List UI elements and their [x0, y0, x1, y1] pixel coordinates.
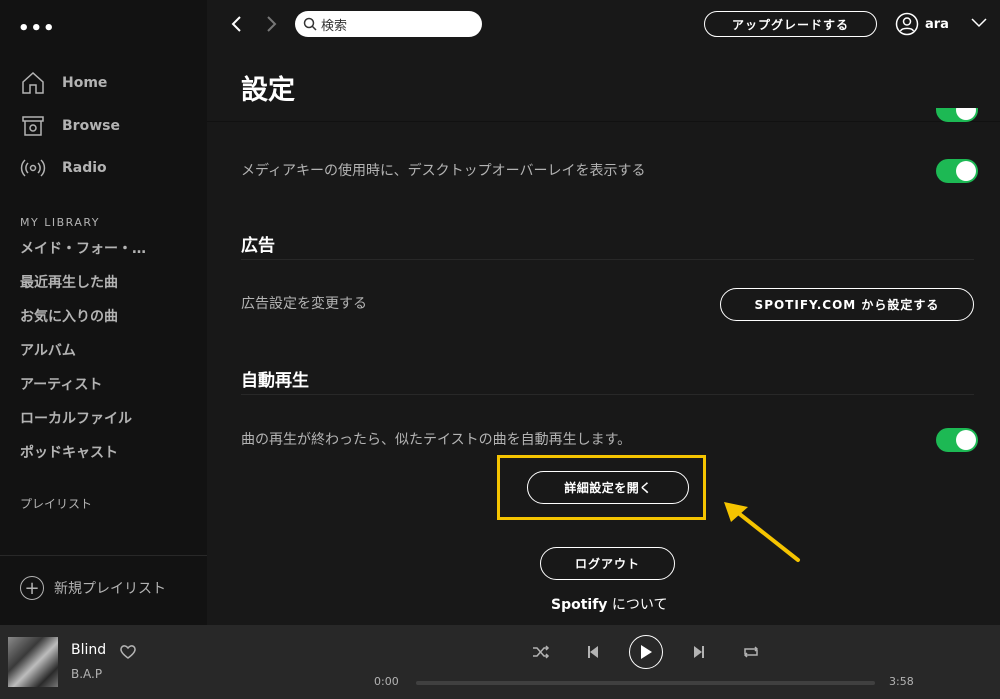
heart-icon[interactable]	[119, 643, 137, 661]
track-name[interactable]: Blind	[71, 642, 106, 658]
ads-section-title: 広告	[241, 236, 275, 256]
annotation-arrow-icon	[724, 502, 800, 562]
library-title: MY LIBRARY	[20, 216, 101, 229]
back-button[interactable]	[225, 12, 249, 36]
autoplay-toggle[interactable]	[936, 428, 978, 452]
autoplay-label: 曲の再生が終わったら、似たテイストの曲を自動再生します。	[241, 432, 632, 448]
search-value: 検索	[321, 18, 348, 34]
nav-item-browse[interactable]: Browse	[20, 111, 120, 141]
playlists-title: プレイリスト	[20, 497, 93, 511]
previous-setting-toggle[interactable]	[936, 108, 978, 122]
library-item-podcasts[interactable]: ポッドキャスト	[20, 442, 118, 462]
play-icon	[641, 645, 652, 659]
skip-forward-icon	[694, 646, 704, 658]
chevron-left-icon	[231, 16, 241, 32]
browse-icon	[22, 116, 44, 136]
ads-section-divider	[241, 259, 974, 260]
nav-item-radio[interactable]: Radio	[20, 153, 107, 183]
top-bar: 検索 アップグレードする ara	[207, 0, 1000, 50]
repeat-icon	[743, 646, 759, 658]
chevron-down-icon[interactable]	[970, 16, 988, 28]
new-playlist-label: 新規プレイリスト	[54, 581, 166, 597]
repeat-button[interactable]	[741, 642, 761, 662]
time-total: 3:58	[889, 675, 914, 688]
forward-button[interactable]	[259, 12, 283, 36]
time-current: 0:00	[374, 675, 399, 688]
nav-label-radio: Radio	[62, 160, 107, 176]
user-icon	[895, 12, 919, 36]
media-key-overlay-toggle[interactable]	[936, 159, 978, 183]
nav-item-home[interactable]: Home	[20, 68, 107, 98]
library-item-local-files[interactable]: ローカルファイル	[20, 408, 132, 428]
user-menu[interactable]: ara	[895, 12, 949, 36]
skip-back-icon	[588, 646, 598, 658]
next-button[interactable]	[689, 642, 709, 662]
artist-name[interactable]: B.A.P	[71, 667, 102, 681]
advanced-settings-button[interactable]: 詳細設定を開く	[527, 471, 689, 504]
about-brand: Spotify	[551, 597, 608, 613]
autoplay-section-title: 自動再生	[241, 371, 309, 391]
media-key-overlay-label: メディアキーの使用時に、デスクトップオーバーレイを表示する	[241, 163, 646, 179]
progress-bar[interactable]	[416, 681, 875, 685]
logout-button[interactable]: ログアウト	[540, 547, 675, 580]
shuffle-button[interactable]	[531, 642, 551, 662]
page-title: 設定	[241, 75, 295, 106]
shuffle-icon	[533, 645, 550, 659]
menu-dots-icon[interactable]: •••	[18, 18, 56, 39]
library-item-made-for[interactable]: メイド・フォー・…	[20, 238, 146, 258]
search-input[interactable]: 検索	[295, 11, 482, 37]
home-icon	[22, 71, 44, 94]
sidebar: ••• Home Browse Radio MY LIBRARY メイド・フォー…	[0, 0, 207, 625]
header-divider	[207, 121, 1000, 122]
upgrade-button[interactable]: アップグレードする	[704, 11, 877, 37]
autoplay-section-divider	[241, 394, 974, 395]
album-art[interactable]	[8, 637, 58, 687]
about-spotify-link[interactable]: Spotify について	[551, 594, 667, 614]
player-bar: Blind B.A.P 0:00 3:58	[0, 625, 1000, 699]
chevron-right-icon	[267, 16, 277, 32]
new-playlist-button[interactable]: + 新規プレイリスト	[20, 576, 166, 600]
previous-button[interactable]	[583, 642, 603, 662]
nav-label-browse: Browse	[62, 118, 120, 134]
library-item-liked[interactable]: お気に入りの曲	[20, 306, 118, 326]
spotify-ads-settings-button[interactable]: SPOTIFY.COM から設定する	[720, 288, 974, 321]
about-suffix: について	[607, 597, 668, 613]
library-item-albums[interactable]: アルバム	[20, 340, 76, 360]
sidebar-divider	[0, 555, 207, 556]
plus-icon: +	[20, 576, 44, 600]
radio-icon	[20, 159, 46, 177]
username: ara	[925, 16, 949, 32]
nav-label-home: Home	[62, 75, 108, 91]
play-button[interactable]	[629, 635, 663, 669]
library-item-artists[interactable]: アーティスト	[20, 374, 102, 394]
ads-settings-label: 広告設定を変更する	[241, 296, 367, 312]
library-item-recent[interactable]: 最近再生した曲	[20, 272, 118, 292]
search-icon	[303, 17, 317, 31]
